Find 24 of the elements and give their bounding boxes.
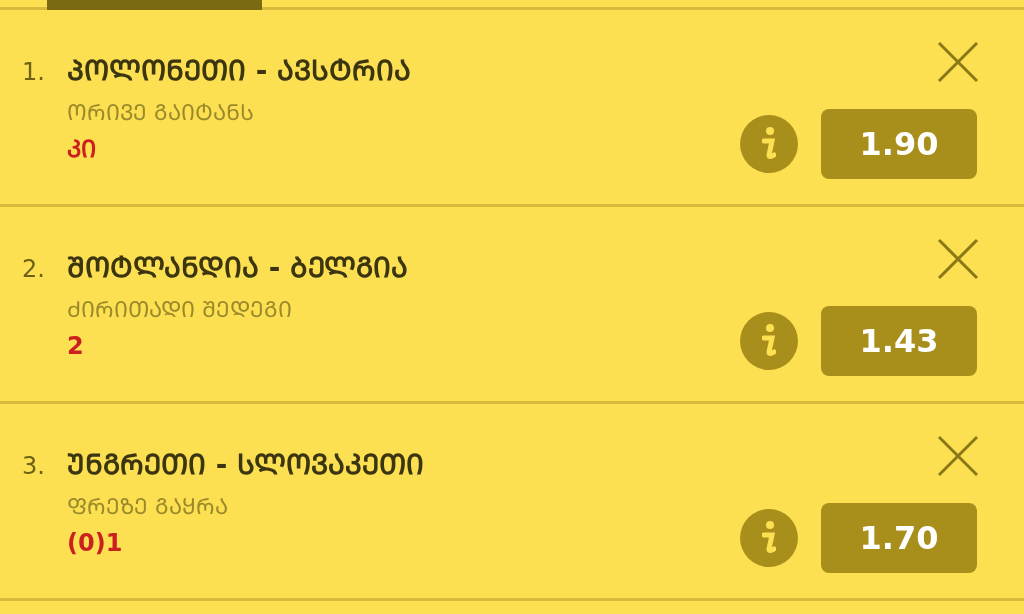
odds-button[interactable]: 1.70 <box>821 503 977 573</box>
selection: 2 <box>67 331 84 362</box>
bet-number: 1. <box>22 57 46 88</box>
market-name: ᲝᲠᲘᲕᲔ ᲒᲐᲘᲢᲐᲜᲡ <box>67 99 254 127</box>
info-icon <box>762 127 776 161</box>
close-icon <box>937 435 979 477</box>
match-title: ᲨᲝᲢᲚᲐᲜᲓᲘᲐ - ᲑᲔᲚᲒᲘᲐ <box>67 250 409 286</box>
match-title: ᲣᲜᲒᲠᲔᲗᲘ - ᲡᲚᲝᲕᲐᲙᲔᲗᲘ <box>67 447 425 483</box>
bet-number: 2. <box>22 254 46 285</box>
info-icon <box>762 324 776 358</box>
selection: ᲙᲘ <box>67 134 96 165</box>
info-icon <box>762 521 776 555</box>
bet-number: 3. <box>22 451 46 482</box>
close-icon <box>937 238 979 280</box>
market-name: ᲤᲠᲔᲖᲔ ᲒᲐᲧᲠᲐ <box>67 493 228 521</box>
market-name: ᲫᲘᲠᲘᲗᲐᲓᲘ ᲨᲔᲓᲔᲒᲘ <box>67 296 292 324</box>
close-button[interactable] <box>936 40 980 84</box>
match-title: ᲞᲝᲚᲝᲜᲔᲗᲘ - ᲐᲕᲡᲢᲠᲘᲐ <box>67 53 412 89</box>
close-icon <box>937 41 979 83</box>
close-button[interactable] <box>936 434 980 478</box>
close-button[interactable] <box>936 237 980 281</box>
odds-button[interactable]: 1.90 <box>821 109 977 179</box>
odds-button[interactable]: 1.43 <box>821 306 977 376</box>
selection: (0)1 <box>67 528 123 559</box>
